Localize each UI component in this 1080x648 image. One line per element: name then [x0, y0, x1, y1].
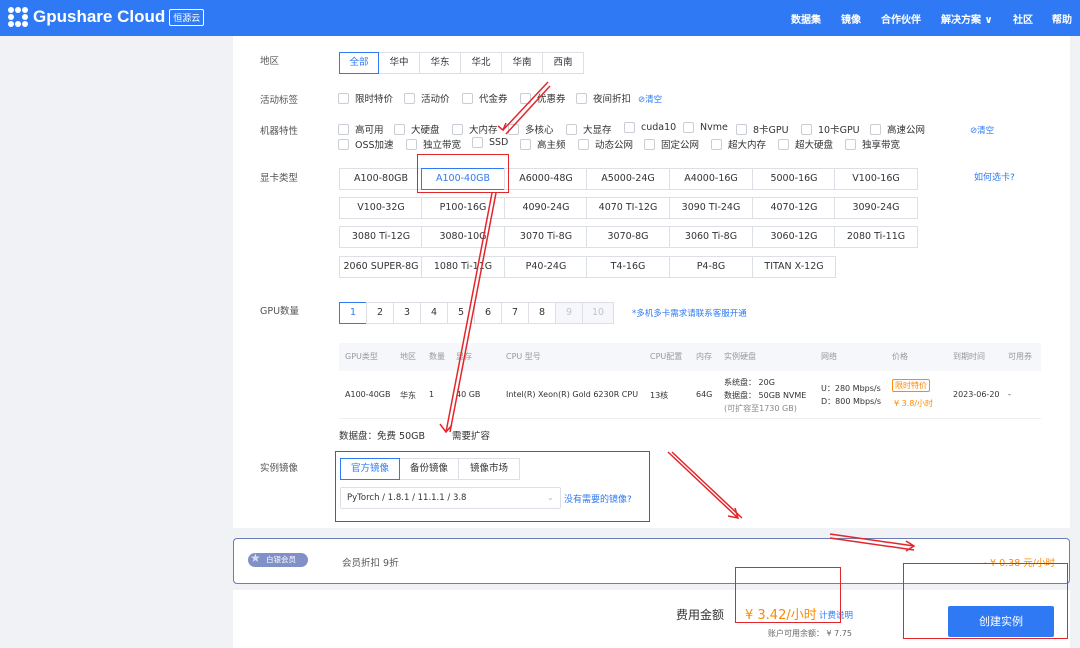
annotation-arrows: [439, 81, 916, 552]
annotation-arrow: [667, 451, 740, 519]
annotation-arrow: [497, 81, 549, 132]
region-all[interactable]: 全部: [339, 52, 379, 74]
tab-official-image[interactable]: 官方镜像: [340, 458, 400, 480]
annotation-arrow: [439, 192, 493, 434]
